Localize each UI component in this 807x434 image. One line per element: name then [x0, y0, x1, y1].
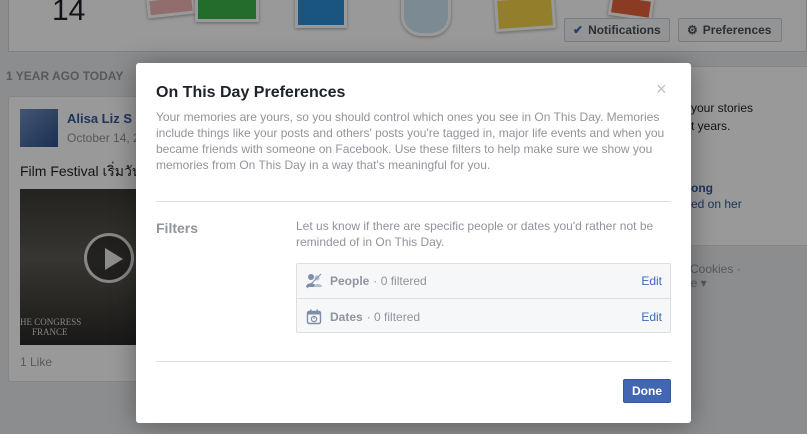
- filter-count: · 0 filtered: [366, 309, 421, 324]
- close-icon[interactable]: ×: [656, 80, 667, 98]
- dialog-title: On This Day Preferences: [156, 84, 346, 101]
- calendar-icon: [305, 308, 323, 326]
- people-icon: [305, 272, 323, 290]
- filter-count: · 0 filtered: [373, 274, 427, 288]
- filter-row-dates: Dates · 0 filtered Edit: [297, 299, 670, 334]
- edit-people-link[interactable]: Edit: [641, 274, 662, 288]
- done-button[interactable]: Done: [623, 379, 671, 403]
- dialog-description: Your memories are yours, so you should c…: [156, 110, 665, 172]
- filter-row-people: People · 0 filtered Edit: [297, 264, 670, 299]
- filter-name: Dates: [330, 309, 363, 324]
- filter-name: People: [330, 274, 370, 288]
- edit-dates-link[interactable]: Edit: [641, 310, 662, 324]
- divider: [156, 361, 671, 362]
- divider: [156, 201, 671, 202]
- filters-list: People · 0 filtered Edit Dates · 0 filte…: [296, 263, 671, 333]
- filters-help-text: Let us know if there are specific people…: [296, 219, 654, 249]
- preferences-dialog: On This Day Preferences × Your memories …: [136, 63, 691, 423]
- filters-label: Filters: [156, 220, 199, 236]
